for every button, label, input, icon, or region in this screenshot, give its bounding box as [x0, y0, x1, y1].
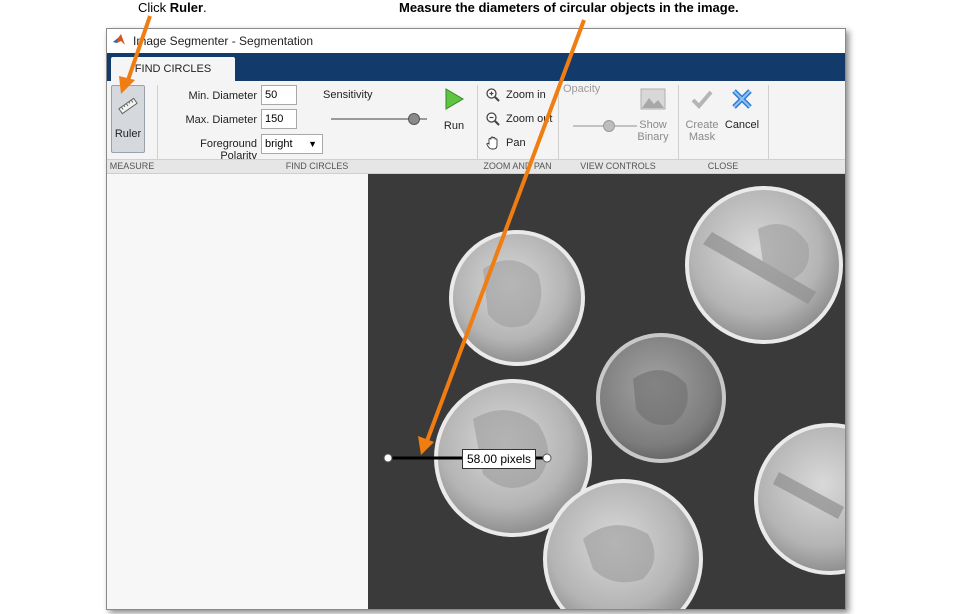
- arrow-to-ruler: [119, 15, 152, 94]
- arrow-to-measurement: [418, 19, 586, 455]
- annotation-arrows: [119, 15, 586, 455]
